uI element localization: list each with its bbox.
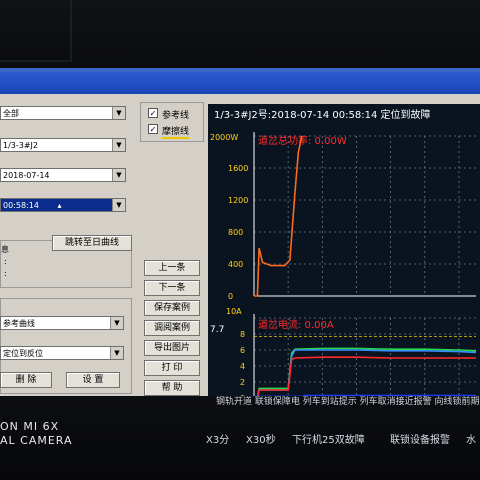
taskbar-row: X3分 X30秒 下行机25双故障 联锁设备报警 水 [206,431,480,447]
current-tick-label: 8 [240,330,245,339]
current-series-line [254,356,476,399]
camera-watermark-brand: ON MI 6X [0,420,60,433]
curve-type-value: 参考曲线 [3,319,35,328]
info-colon-1: : [4,257,7,266]
curve-plot-svg: 2000W 1600 1200 800 400 0 道岔总功率: 0.00W 10A7.7 8 6… [210,132,477,402]
window-titlebar[interactable] [0,72,480,94]
chevron-down-icon[interactable]: ▼ [112,199,125,211]
chevron-down-icon[interactable]: ▼ [112,169,125,181]
taskbar-item-x30[interactable]: X30秒 [246,431,276,446]
friction-line-label: 摩擦线 [162,124,190,139]
info-colon-2: : [4,269,7,278]
power-tick-label: 800 [228,228,243,237]
direction-select-value: 定位到反位 [3,349,43,358]
left-control-panel: 全部 ▼ 1/3-3#J2 ▼ 2018-07-14 ▼ 00:58:14 ▴ … [0,98,136,400]
taskbar-item-x3[interactable]: X3分 [206,431,229,446]
taskbar-item-alarm[interactable]: 联锁设备报警 [390,431,450,446]
power-unit-label: 2000W [210,133,238,142]
taskbar-item-partial[interactable]: 水 [466,431,476,446]
power-tick-label: 1200 [228,196,248,205]
partial-status-row: 钢轨开道 联锁保障电 列车到站提示 列车取消接近报警 向线锁前期 [216,397,480,407]
settings-button[interactable]: 设 置 [66,372,120,388]
current-readout-label: 道岔电流: 0.00A [258,318,334,331]
export-image-button[interactable]: 导出图片 [144,340,200,356]
middle-button-panel: ✓ 参考线 ✓ 摩擦线 上一条 下一条 保存案例 调阅案例 导出图片 打 印 帮… [140,98,206,400]
power-tick-label: 400 [228,260,243,269]
filter-select-value: 全部 [3,109,19,118]
device-select-value: 1/3-3#J2 [3,141,39,150]
previous-button[interactable]: 上一条 [144,260,200,276]
current-tick-label: 6 [240,346,245,355]
delete-button[interactable]: 删 除 [0,372,52,388]
friction-line-checkbox[interactable]: ✓ [148,124,158,134]
date-select[interactable]: 2018-07-14 ▼ [0,168,126,182]
save-case-button[interactable]: 保存案例 [144,300,200,316]
print-button[interactable]: 打 印 [144,360,200,376]
power-tick-label: 0 [228,292,233,301]
time-select[interactable]: 00:58:14 ▴ ▼ [0,198,126,212]
filter-select[interactable]: 全部 ▼ [0,106,126,120]
curve-plot-panel: 1/3-3#J2号:2018-07-14 00:58:14 定位到故障 2000… [208,104,480,402]
curve-type-select[interactable]: 参考曲线 ▼ [0,316,124,330]
time-select-value: 00:58:14 [3,201,39,210]
info-group-label: 息 [1,245,9,254]
view-case-button[interactable]: 调阅案例 [144,320,200,336]
screen-reflection [0,0,72,62]
camera-watermark-label: AL CAMERA [0,434,73,447]
taskbar-item-fault[interactable]: 下行机25双故障 [292,431,365,446]
power-series-line [254,135,303,297]
device-select[interactable]: 1/3-3#J2 ▼ [0,138,126,152]
reference-line-label: 参考线 [162,111,190,121]
curve-viewer-window: 全部 ▼ 1/3-3#J2 ▼ 2018-07-14 ▼ 00:58:14 ▴ … [0,68,480,402]
current-tick-label: 4 [240,362,245,371]
monitor-bezel-top [0,0,480,72]
help-button[interactable]: 帮 助 [144,380,200,396]
plot-title: 1/3-3#J2号:2018-07-14 00:58:14 定位到故障 [214,110,431,121]
reference-line-checkbox[interactable]: ✓ [148,108,158,118]
chevron-down-icon[interactable]: ▼ [110,317,123,329]
date-select-value: 2018-07-14 [3,171,50,180]
power-tick-label: 1600 [228,164,248,173]
next-button[interactable]: 下一条 [144,280,200,296]
current-tick-label: 2 [240,378,245,387]
chevron-down-icon[interactable]: ▼ [112,139,125,151]
chevron-down-icon[interactable]: ▼ [110,347,123,359]
power-readout-label: 道岔总功率: 0.00W [258,134,347,147]
chevron-down-icon[interactable]: ▼ [112,107,125,119]
time-spin-icon: ▴ [57,201,62,210]
jump-to-day-curve-button[interactable]: 跳转至日曲线 [52,235,132,251]
current-marker-label: 7.7 [210,325,224,335]
direction-select[interactable]: 定位到反位 ▼ [0,346,124,360]
current-unit-label: 10A [226,307,242,316]
